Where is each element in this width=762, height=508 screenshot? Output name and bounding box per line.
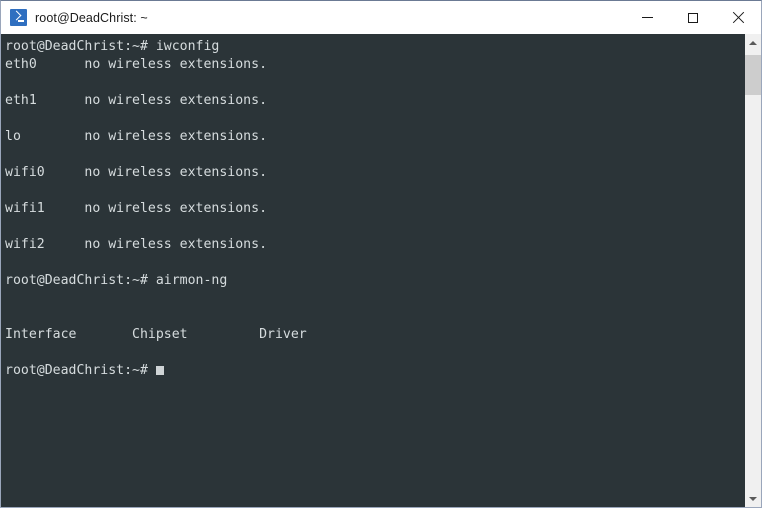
text-cursor [155, 366, 164, 375]
scroll-up-arrow-icon [749, 40, 757, 45]
scrollbar-track[interactable] [745, 51, 761, 490]
terminal-output: root@DeadChrist:~# iwconfig eth0 no wire… [5, 39, 307, 342]
terminal-window: root@DeadChrist: ~ root@DeadChrist:~# iw… [0, 0, 762, 508]
title-bar[interactable]: root@DeadChrist: ~ [0, 0, 762, 34]
vertical-scrollbar[interactable] [744, 34, 761, 507]
chevron-right-icon [11, 10, 22, 21]
close-icon [732, 12, 744, 24]
terminal-screen[interactable]: root@DeadChrist:~# iwconfig eth0 no wire… [1, 34, 744, 507]
prompt-text: root@DeadChrist:~# [5, 363, 148, 378]
terminal-body: root@DeadChrist:~# iwconfig eth0 no wire… [0, 34, 762, 508]
scroll-down-arrow-icon [749, 496, 757, 501]
minimize-icon [642, 17, 653, 18]
window-title: root@DeadChrist: ~ [35, 10, 148, 25]
scroll-down-button[interactable] [745, 490, 761, 507]
maximize-button[interactable] [670, 1, 715, 34]
terminal-prompt-icon [10, 9, 27, 26]
maximize-icon [687, 12, 698, 23]
window-controls [625, 1, 760, 34]
scroll-up-button[interactable] [745, 34, 761, 51]
scrollbar-thumb[interactable] [745, 55, 761, 95]
close-button[interactable] [715, 1, 760, 34]
underscore-icon [18, 20, 24, 22]
terminal-prompt-line: root@DeadChrist:~# [5, 362, 744, 380]
minimize-button[interactable] [625, 1, 670, 34]
